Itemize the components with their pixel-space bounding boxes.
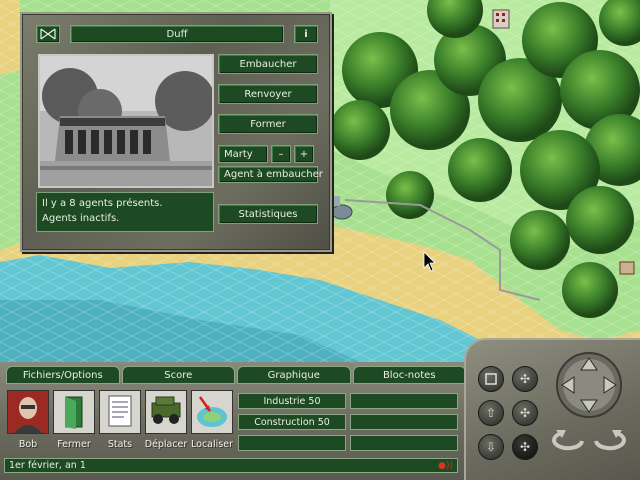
agent-name-field: Marty [218, 145, 268, 163]
info-button[interactable]: i [294, 25, 318, 43]
train-button[interactable]: Former [218, 114, 318, 134]
game-map[interactable]: Duff i Embaucher Renvoyer Former Marty –… [0, 0, 640, 362]
menu-bloc-notes[interactable]: Bloc-notes [352, 366, 466, 384]
status-bar: 1er février, an 1 ●)) [4, 458, 458, 473]
fire-button[interactable]: Renvoyer [218, 84, 318, 104]
jeep-icon [145, 390, 187, 434]
house-icon[interactable] [619, 261, 635, 275]
tool-label-localiser: Localiser [191, 439, 233, 450]
document-icon [99, 390, 141, 434]
staff-window: Duff i Embaucher Renvoyer Former Marty –… [20, 12, 332, 252]
empty-field-1 [350, 393, 458, 409]
exit-door-icon [53, 390, 95, 434]
staff-status-box: Il y a 8 agents présents. Agents inactif… [36, 192, 214, 232]
rotate-left-icon[interactable] [552, 428, 588, 454]
rotate-square-icon[interactable] [478, 366, 504, 392]
rotate-right-icon[interactable] [590, 428, 626, 454]
decrement-button[interactable]: – [271, 145, 291, 163]
sound-icon[interactable]: ●)) [438, 461, 453, 471]
empty-field-3 [238, 435, 346, 451]
control-console: Fichiers/Options Score Graphique Bloc-no… [0, 338, 640, 480]
tool-label-bob: Bob [18, 439, 38, 450]
tool-label-fermer: Fermer [57, 439, 91, 450]
staff-window-title: Duff [70, 25, 284, 43]
empty-field-2 [350, 414, 458, 430]
move-up-icon[interactable]: ⇧ [478, 400, 504, 426]
navigation-panel: ✣ ⇧ ✣ ⇩ ✣ [464, 338, 640, 480]
zoom-active-icon[interactable]: ✣ [512, 434, 538, 460]
agent-to-hire-label: Agent à embaucher [218, 166, 323, 183]
zoom-button-icon[interactable]: ✣ [512, 400, 538, 426]
agents-idle-text: Agents inactifs. [42, 213, 120, 224]
hire-button[interactable]: Embaucher [218, 54, 318, 74]
zoom-in-icon[interactable]: ✣ [512, 366, 538, 392]
move-down-icon[interactable]: ⇩ [478, 434, 504, 460]
menu-score[interactable]: Score [121, 366, 235, 384]
industry-field: Industrie 50 [238, 393, 346, 409]
menu-graphique[interactable]: Graphique [237, 366, 351, 384]
tool-label-stats: Stats [107, 439, 133, 450]
statistics-button[interactable]: Statistiques [218, 204, 318, 224]
increment-button[interactable]: + [294, 145, 314, 163]
building-photo [38, 54, 214, 188]
advisor-portrait-icon [7, 390, 49, 434]
building-icon[interactable] [492, 9, 510, 29]
locate-map-icon [191, 390, 233, 434]
date-text: 1er février, an 1 [9, 460, 86, 471]
empty-field-4 [350, 435, 458, 451]
close-icon[interactable] [36, 25, 60, 43]
tool-label-deplacer: Déplacer [144, 439, 188, 450]
menu-files-options[interactable]: Fichiers/Options [6, 366, 120, 384]
menu-bar: Fichiers/Options Score Graphique Bloc-no… [6, 366, 466, 384]
agents-present-text: Il y a 8 agents présents. [42, 198, 163, 209]
construction-field: Construction 50 [238, 414, 346, 430]
compass-arrows-icon[interactable] [554, 350, 624, 420]
